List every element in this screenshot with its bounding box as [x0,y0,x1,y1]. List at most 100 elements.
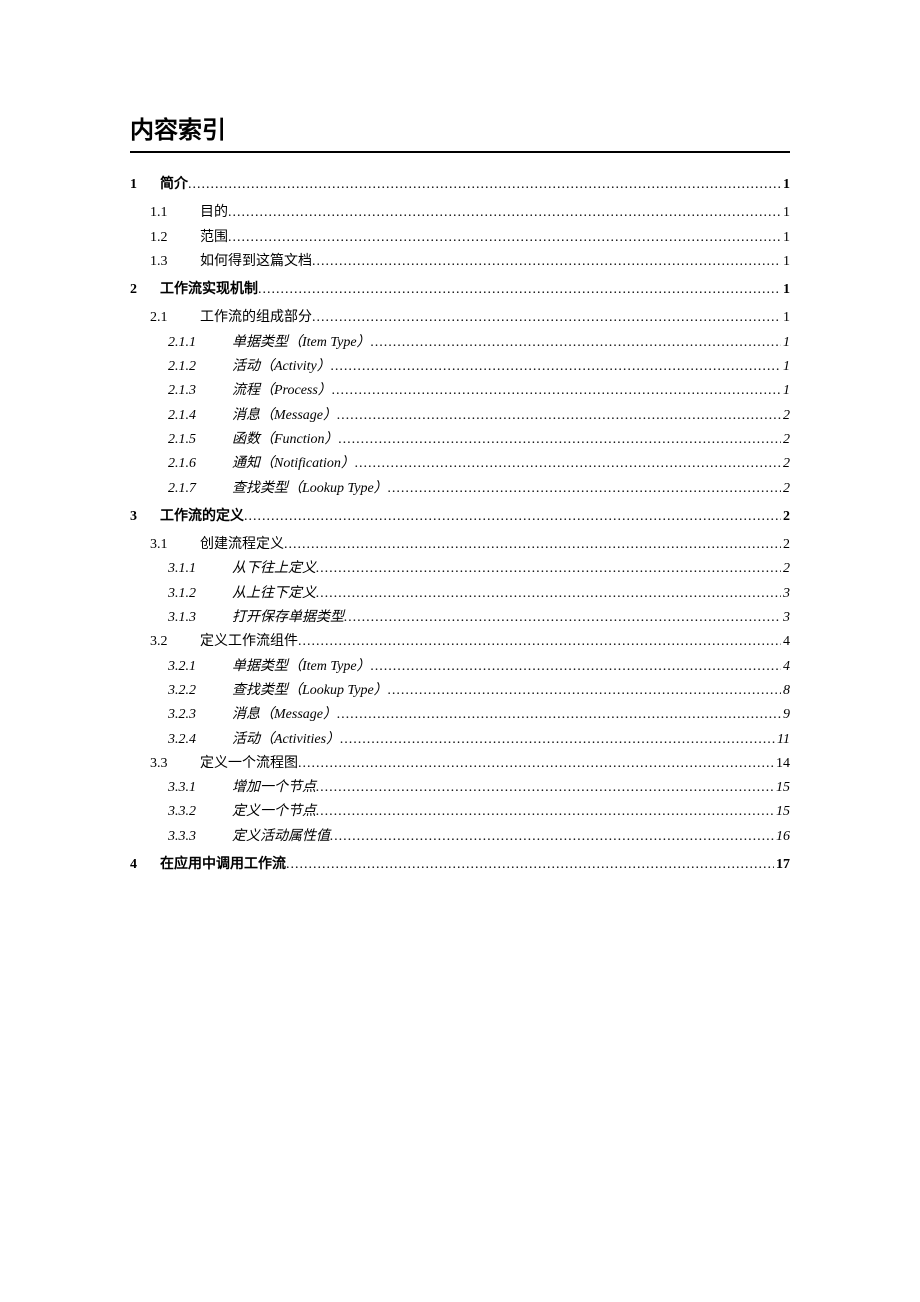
toc-leader-dots [337,705,781,725]
toc-entry[interactable]: 3.1.2从上往下定义3 [130,582,790,606]
toc-entry[interactable]: 2.1工作流的组成部分1 [130,306,790,330]
toc-number: 1 [130,175,160,195]
toc-number: 1.2 [150,228,200,248]
toc-number: 2.1.6 [168,454,232,474]
toc-leader-dots [316,584,781,604]
toc-leader-dots [244,507,781,527]
toc-entry[interactable]: 1.1目的1 [130,201,790,225]
toc-page-number: 2 [781,535,790,555]
toc-entry[interactable]: 3.2.4活动（Activities）11 [130,728,790,752]
toc-entry[interactable]: 3.3.2定义一个节点15 [130,800,790,824]
toc-leader-dots [298,632,781,652]
toc-label: 创建流程定义 [200,535,284,555]
toc-page-number: 17 [774,855,790,875]
toc-entry[interactable]: 2.1.3流程（Process）1 [130,379,790,403]
toc-label: 打开保存单据类型 [232,608,344,628]
toc-page-number: 1 [781,228,790,248]
toc-entry[interactable]: 1.3如何得到这篇文档1 [130,250,790,274]
toc-leader-dots [339,430,781,450]
toc-number: 3.3.1 [168,778,232,798]
toc-label: 活动（Activities） [232,730,340,750]
toc-label: 简介 [160,175,188,195]
toc-number: 3.1 [150,535,200,555]
toc-leader-dots [330,827,774,847]
toc-label: 增加一个节点 [232,778,316,798]
toc-leader-dots [188,175,781,195]
toc-leader-dots [316,778,774,798]
toc-page-number: 4 [781,657,790,677]
toc-page-number: 3 [781,608,790,628]
toc-label: 单据类型（Item Type） [232,657,371,677]
toc-label: 函数（Function） [232,430,339,450]
toc-entry[interactable]: 3.1.3打开保存单据类型 3 [130,606,790,630]
toc-number: 3 [130,507,160,527]
toc-leader-dots [371,333,781,353]
document-page: 内容索引 1简介11.1目的11.2范围11.3如何得到这篇文档12工作流实现机… [0,0,920,877]
toc-entry[interactable]: 3.2.1单据类型（Item Type）4 [130,655,790,679]
toc-entry[interactable]: 2.1.2活动（Activity）1 [130,355,790,379]
toc-entry[interactable]: 3.3.1增加一个节点15 [130,776,790,800]
page-title: 内容索引 [130,110,790,153]
toc-number: 3.3 [150,754,200,774]
toc-number: 3.1.1 [168,559,232,579]
toc-label: 从下往上定义 [232,559,316,579]
toc-number: 2.1.2 [168,357,232,377]
toc-entry[interactable]: 2.1.6通知（Notification）2 [130,452,790,476]
toc-label: 工作流的组成部分 [200,308,312,328]
toc-leader-dots [340,730,775,750]
toc-page-number: 2 [781,406,790,426]
toc-entry[interactable]: 3.3定义一个流程图14 [130,752,790,776]
toc-leader-dots [316,802,774,822]
toc-label: 从上往下定义 [232,584,316,604]
toc-label: 范围 [200,228,228,248]
toc-leader-dots [228,203,781,223]
toc-entry[interactable]: 3.2定义工作流组件4 [130,630,790,654]
toc-entry[interactable]: 1.2范围 1 [130,226,790,250]
toc-page-number: 2 [781,559,790,579]
toc-leader-dots [337,406,781,426]
toc-leader-dots [332,381,781,401]
toc-entry[interactable]: 3.1.1从下往上定义 2 [130,557,790,581]
toc-page-number: 11 [775,730,790,750]
toc-label: 目的 [200,203,228,223]
toc-label: 消息（Message） [232,406,337,426]
toc-number: 2.1.3 [168,381,232,401]
toc-entry[interactable]: 2.1.5函数（Function）2 [130,428,790,452]
toc-entry[interactable]: 2.1.1单据类型（Item Type）1 [130,331,790,355]
toc-entry[interactable]: 3.1创建流程定义 2 [130,533,790,557]
toc-entry[interactable]: 2.1.4消息（Message）2 [130,404,790,428]
toc-page-number: 4 [781,632,790,652]
toc-entry[interactable]: 1简介1 [130,173,790,197]
toc-entry[interactable]: 3.3.3定义活动属性值16 [130,825,790,849]
toc-page-number: 15 [774,802,790,822]
toc-label: 定义一个节点 [232,802,316,822]
toc-entry[interactable]: 2工作流实现机制1 [130,278,790,302]
toc-leader-dots [388,681,781,701]
toc-page-number: 2 [781,507,790,527]
toc-entry[interactable]: 2.1.7查找类型（Lookup Type）2 [130,477,790,501]
toc-label: 查找类型（Lookup Type） [232,479,388,499]
toc-entry[interactable]: 3.2.2查找类型（Lookup Type）8 [130,679,790,703]
toc-label: 在应用中调用工作流 [160,855,286,875]
toc-number: 3.2.3 [168,705,232,725]
toc-leader-dots [355,454,781,474]
toc-page-number: 1 [781,333,790,353]
toc-leader-dots [312,252,781,272]
toc-leader-dots [331,357,781,377]
toc-leader-dots [371,657,781,677]
toc-entry[interactable]: 4在应用中调用工作流 17 [130,853,790,877]
toc-number: 3.1.3 [168,608,232,628]
toc-leader-dots [284,535,781,555]
toc-label: 消息（Message） [232,705,337,725]
toc-leader-dots [344,608,781,628]
toc-label: 通知（Notification） [232,454,355,474]
toc-page-number: 2 [781,430,790,450]
toc-leader-dots [312,308,781,328]
toc-entry[interactable]: 3工作流的定义2 [130,505,790,529]
toc-label: 流程（Process） [232,381,332,401]
toc-number: 4 [130,855,160,875]
toc-page-number: 2 [781,479,790,499]
toc-label: 工作流实现机制 [160,280,258,300]
toc-entry[interactable]: 3.2.3消息（Message）9 [130,703,790,727]
toc-number: 1.3 [150,252,200,272]
